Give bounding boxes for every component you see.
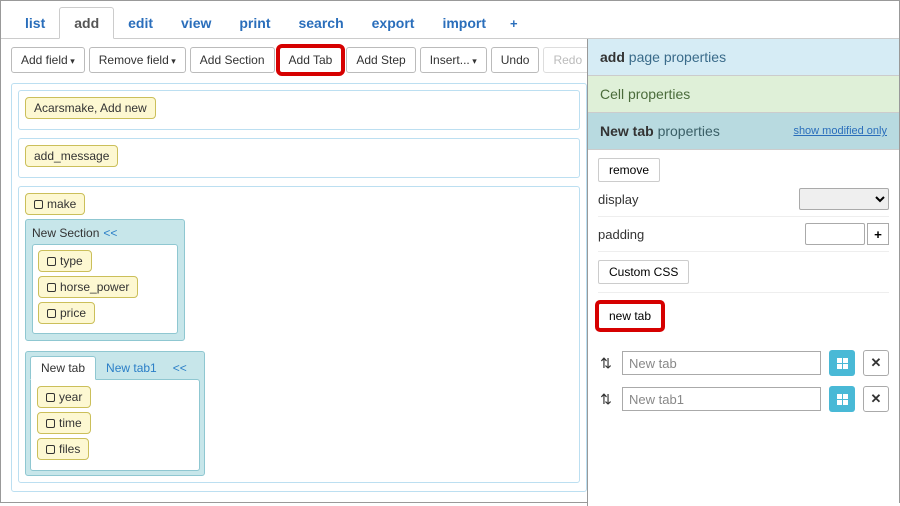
prop-padding: padding + [598, 217, 889, 252]
checkbox-icon [46, 393, 55, 402]
display-select[interactable] [799, 188, 889, 210]
show-modified-link[interactable]: show modified only [793, 125, 887, 137]
form-block: make New Section << type horse_power pric… [18, 186, 580, 483]
tab-item: ⇅ ✕ [598, 381, 889, 417]
top-tab-bar: list add edit view print search export i… [1, 1, 899, 39]
insert-button[interactable]: Insert... [420, 47, 487, 73]
new-tab-properties-header[interactable]: New tab properties show modified only [588, 113, 899, 150]
tab-view[interactable]: view [167, 8, 225, 38]
drag-handle-icon[interactable]: ⇅ [598, 355, 614, 372]
checkbox-icon [46, 445, 55, 454]
breadcrumb-block: Acarsmake, Add new [18, 90, 580, 130]
tab-details-button[interactable] [829, 350, 855, 376]
tab-edit[interactable]: edit [114, 8, 167, 38]
field-type[interactable]: type [38, 250, 92, 272]
drag-handle-icon[interactable]: ⇅ [598, 391, 614, 408]
field-year[interactable]: year [37, 386, 91, 408]
tab-delete-button[interactable]: ✕ [863, 350, 889, 376]
breadcrumb-pill[interactable]: Acarsmake, Add new [25, 97, 156, 119]
display-label: display [598, 192, 638, 207]
remove-field-button[interactable]: Remove field [89, 47, 186, 73]
inner-tab-0[interactable]: New tab [30, 356, 96, 380]
checkbox-icon [47, 283, 56, 292]
add-tab-button[interactable]: Add Tab [279, 47, 343, 73]
tab-delete-button[interactable]: ✕ [863, 386, 889, 412]
checkbox-icon [46, 419, 55, 428]
tab-list: ⇅ ✕ ⇅ ✕ [598, 345, 889, 417]
add-field-button[interactable]: Add field [11, 47, 85, 73]
add-section-button[interactable]: Add Section [190, 47, 275, 73]
new-section-panel[interactable]: New Section << type horse_power price [25, 219, 185, 341]
checkbox-icon [47, 309, 56, 318]
collapse-tabs-icon[interactable]: << [173, 361, 187, 375]
remove-button[interactable]: remove [598, 158, 660, 182]
tab-name-input[interactable] [622, 351, 821, 375]
designer-canvas: Acarsmake, Add new add_message make New … [11, 83, 587, 492]
tab-item: ⇅ ✕ [598, 345, 889, 381]
tab-add-new[interactable]: + [500, 9, 528, 38]
panel-title-strong: add [600, 49, 625, 65]
tab-details-button[interactable] [829, 386, 855, 412]
toolbar: Add field Remove field Add Section Add T… [11, 47, 587, 73]
inner-tab-strip: New tab New tab1 << [26, 352, 204, 379]
message-block: add_message [18, 138, 580, 178]
custom-css-button[interactable]: Custom CSS [598, 260, 689, 284]
field-files[interactable]: files [37, 438, 89, 460]
inner-tab-body: year time files [30, 379, 200, 471]
section-inner: type horse_power price [32, 244, 178, 334]
tab-import[interactable]: import [428, 8, 500, 38]
grid-icon [837, 394, 848, 405]
panel-title-rest: page properties [625, 49, 726, 65]
panel-title-rest: properties [654, 123, 720, 139]
panel-title-strong: New tab [600, 123, 654, 139]
field-price[interactable]: price [38, 302, 95, 324]
field-make[interactable]: make [25, 193, 85, 215]
tab-search[interactable]: search [284, 8, 357, 38]
padding-label: padding [598, 227, 644, 242]
inner-tab-container[interactable]: New tab New tab1 << year time files [25, 351, 205, 476]
tab-list[interactable]: list [11, 8, 59, 38]
add-step-button[interactable]: Add Step [346, 47, 415, 73]
tab-add[interactable]: add [59, 7, 114, 39]
padding-input[interactable] [805, 223, 865, 245]
checkbox-icon [47, 257, 56, 266]
inner-tab-1[interactable]: New tab1 [96, 357, 167, 379]
redo-button: Redo [543, 47, 587, 73]
padding-plus-button[interactable]: + [867, 223, 889, 245]
add-message-pill[interactable]: add_message [25, 145, 118, 167]
field-horse-power[interactable]: horse_power [38, 276, 138, 298]
checkbox-icon [34, 200, 43, 209]
tab-export[interactable]: export [358, 8, 429, 38]
field-time[interactable]: time [37, 412, 91, 434]
properties-body: remove display padding + Custom CSS new … [588, 150, 899, 506]
tab-print[interactable]: print [225, 8, 284, 38]
new-tab-button[interactable]: new tab [598, 303, 662, 329]
prop-display: display [598, 182, 889, 217]
add-page-properties-header[interactable]: add page properties [588, 39, 899, 76]
new-section-title: New Section [32, 226, 99, 240]
tab-name-input[interactable] [622, 387, 821, 411]
collapse-section-icon[interactable]: << [103, 226, 117, 240]
cell-properties-header[interactable]: Cell properties [588, 76, 899, 113]
undo-button[interactable]: Undo [491, 47, 540, 73]
grid-icon [837, 358, 848, 369]
